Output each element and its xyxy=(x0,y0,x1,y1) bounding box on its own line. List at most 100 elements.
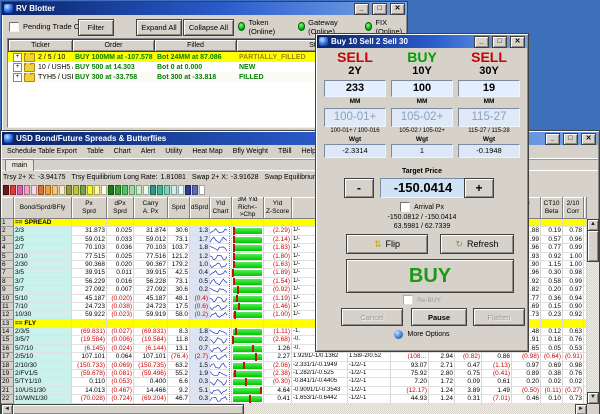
ticket-titlebar[interactable]: Buy 10 Sell 2 Sell 30 _ □ ✕ xyxy=(317,35,527,48)
buy-button[interactable]: BUY xyxy=(346,259,514,293)
more-options-button[interactable]: More Options xyxy=(316,330,528,339)
minimize-button[interactable]: _ xyxy=(354,2,369,15)
palette-swatch[interactable] xyxy=(150,185,156,195)
spread-column-header[interactable]: Yld Chart xyxy=(210,197,232,219)
menu-item-utility[interactable]: Utility xyxy=(160,148,187,155)
close-button[interactable]: ✕ xyxy=(390,2,405,15)
spread-column-header[interactable]: CT10 Beta xyxy=(541,197,563,219)
ticket-minimize-button[interactable]: _ xyxy=(474,35,489,48)
palette-swatch[interactable] xyxy=(192,185,198,195)
spread-column-header[interactable]: Bond/Sprd/BFly xyxy=(14,197,72,219)
menu-item-table[interactable]: Table xyxy=(82,148,109,155)
palette-swatch[interactable] xyxy=(164,185,170,195)
spreads-maximize-button[interactable]: □ xyxy=(563,132,578,145)
blotter-column-header[interactable]: Filled xyxy=(155,39,237,52)
spread-column-header[interactable]: Sprd xyxy=(168,197,190,219)
decrement-button[interactable]: - xyxy=(344,178,374,198)
spreads-close-button[interactable]: ✕ xyxy=(581,132,596,145)
price-display[interactable]: 115-27 xyxy=(458,108,520,127)
blotter-titlebar[interactable]: RV Blotter _ □ ✕ xyxy=(2,2,407,15)
spread-column-header[interactable]: dSprd xyxy=(190,197,210,219)
palette-swatch[interactable] xyxy=(66,185,72,195)
collapse-all-button[interactable]: Collapse All xyxy=(183,19,234,36)
target-price-input[interactable]: -150.0414 xyxy=(380,178,466,198)
wgt-input[interactable]: -0.1948 xyxy=(458,144,520,158)
ticket-maximize-button[interactable]: □ xyxy=(492,35,507,48)
pending-trade-checkbox[interactable] xyxy=(9,21,19,32)
palette-swatch[interactable] xyxy=(136,185,142,195)
palette-swatch[interactable] xyxy=(87,185,93,195)
palette-swatch[interactable] xyxy=(59,185,65,195)
expand-all-button[interactable]: Expand All xyxy=(136,19,182,36)
blotter-column-header[interactable]: Ticker xyxy=(8,39,73,52)
palette-swatch[interactable] xyxy=(178,185,184,195)
palette-swatch[interactable] xyxy=(45,185,51,195)
vertical-scroll-thumb[interactable] xyxy=(587,230,599,262)
flatten-button[interactable]: Flatten xyxy=(473,308,525,326)
palette-swatch[interactable] xyxy=(115,185,121,195)
tab-main[interactable]: main xyxy=(5,159,35,171)
spread-row-2/5/10[interactable]: 17 2/5/10 107.101 0.064 107.101 (76.4) (2.7) 2.… xyxy=(1,353,587,362)
ticket-close-button[interactable]: ✕ xyxy=(510,35,525,48)
expand-icon[interactable]: + xyxy=(13,52,22,62)
spread-column-header[interactable]: 3M Yld Rich<->Chp xyxy=(232,197,264,219)
maximize-button[interactable]: □ xyxy=(372,2,387,15)
scroll-down-button[interactable]: ▼ xyxy=(587,392,599,404)
refresh-button[interactable]: ↻ Refresh xyxy=(440,234,514,254)
arrival-px-checkbox[interactable] xyxy=(400,202,411,212)
rebuy-checkbox[interactable] xyxy=(403,295,414,305)
palette-swatch[interactable] xyxy=(108,185,114,195)
cancel-button[interactable]: Cancel xyxy=(341,308,403,326)
spread-row-2/10/30[interactable]: 18 2/10/30 (150.733) (0.069) (150.735) 63.2 1.… xyxy=(1,361,587,371)
vertical-scrollbar[interactable]: ▲ ▼ xyxy=(587,219,599,404)
horizontal-scrollbar[interactable]: ◄ ► xyxy=(1,404,587,414)
palette-swatch[interactable] xyxy=(17,185,23,195)
palette-swatch[interactable] xyxy=(80,185,86,195)
spreads-minimize-button[interactable]: _ xyxy=(545,132,560,145)
palette-swatch[interactable] xyxy=(10,185,16,195)
spread-column-header[interactable] xyxy=(1,197,14,219)
qty-input[interactable]: 19 xyxy=(458,80,520,97)
spread-column-header[interactable]: Px Sprd xyxy=(72,197,107,219)
palette-swatch[interactable] xyxy=(52,185,58,195)
palette-swatch[interactable] xyxy=(3,185,9,195)
palette-swatch[interactable] xyxy=(171,185,177,195)
palette-swatch[interactable] xyxy=(31,185,37,195)
spread-column-header[interactable]: Yld Z-Score xyxy=(264,197,292,219)
qty-input[interactable]: 233 xyxy=(324,80,386,97)
menu-item-heat-map[interactable]: Heat Map xyxy=(187,148,227,155)
spread-column-header[interactable]: 2/10 Corr xyxy=(563,197,584,219)
spread-column-header[interactable]: Carry A. Px xyxy=(134,197,168,219)
spread-row-10/US1/30[interactable]: 21 10/US1/30 14.013 (0.467) 14.466 9.2 5.1 4.64… xyxy=(1,386,587,396)
palette-swatch[interactable] xyxy=(157,185,163,195)
pause-button[interactable]: Pause xyxy=(411,308,467,326)
qty-input[interactable]: 100 xyxy=(391,80,453,97)
scroll-right-button[interactable]: ► xyxy=(575,404,587,414)
palette-swatch[interactable] xyxy=(129,185,135,195)
horizontal-scroll-thumb[interactable] xyxy=(12,404,244,414)
menu-item-tbill[interactable]: TBill xyxy=(273,148,297,155)
blotter-column-header[interactable]: Order xyxy=(73,39,155,52)
menu-item-schedule-table-export[interactable]: Schedule Table Export xyxy=(2,148,82,155)
palette-swatch[interactable] xyxy=(24,185,30,195)
flip-button[interactable]: ⇅ Flip xyxy=(346,234,428,254)
menu-item-chart[interactable]: Chart xyxy=(109,148,136,155)
palette-swatch[interactable] xyxy=(38,185,44,195)
spread-row-2/FV1/5[interactable]: 19 2/FV1/5 (59.678) (0.081) (59.496) 55.2 1.9 (… xyxy=(1,370,587,379)
palette-swatch[interactable] xyxy=(101,185,107,195)
increment-button[interactable]: + xyxy=(464,178,494,198)
menu-item-alert[interactable]: Alert xyxy=(136,148,160,155)
wgt-input[interactable]: -2.3314 xyxy=(324,144,386,158)
price-display[interactable]: 105-02+ xyxy=(391,108,453,127)
wgt-input[interactable]: 1 xyxy=(391,144,453,158)
spread-column-header[interactable] xyxy=(584,197,587,219)
palette-swatch[interactable] xyxy=(94,185,100,195)
palette-swatch[interactable] xyxy=(185,185,191,195)
palette-swatch[interactable] xyxy=(143,185,149,195)
palette-swatch[interactable] xyxy=(73,185,79,195)
filter-button[interactable]: Filter xyxy=(78,19,114,36)
palette-swatch[interactable] xyxy=(199,185,205,195)
menu-item-bfly-weight[interactable]: Bfly Weight xyxy=(228,148,273,155)
palette-swatch[interactable] xyxy=(122,185,128,195)
spread-row-5/TY1/10[interactable]: 20 5/TY1/10 0.110 (0.053) 0.400 6.6 0.3 (0.30) -… xyxy=(1,378,587,387)
